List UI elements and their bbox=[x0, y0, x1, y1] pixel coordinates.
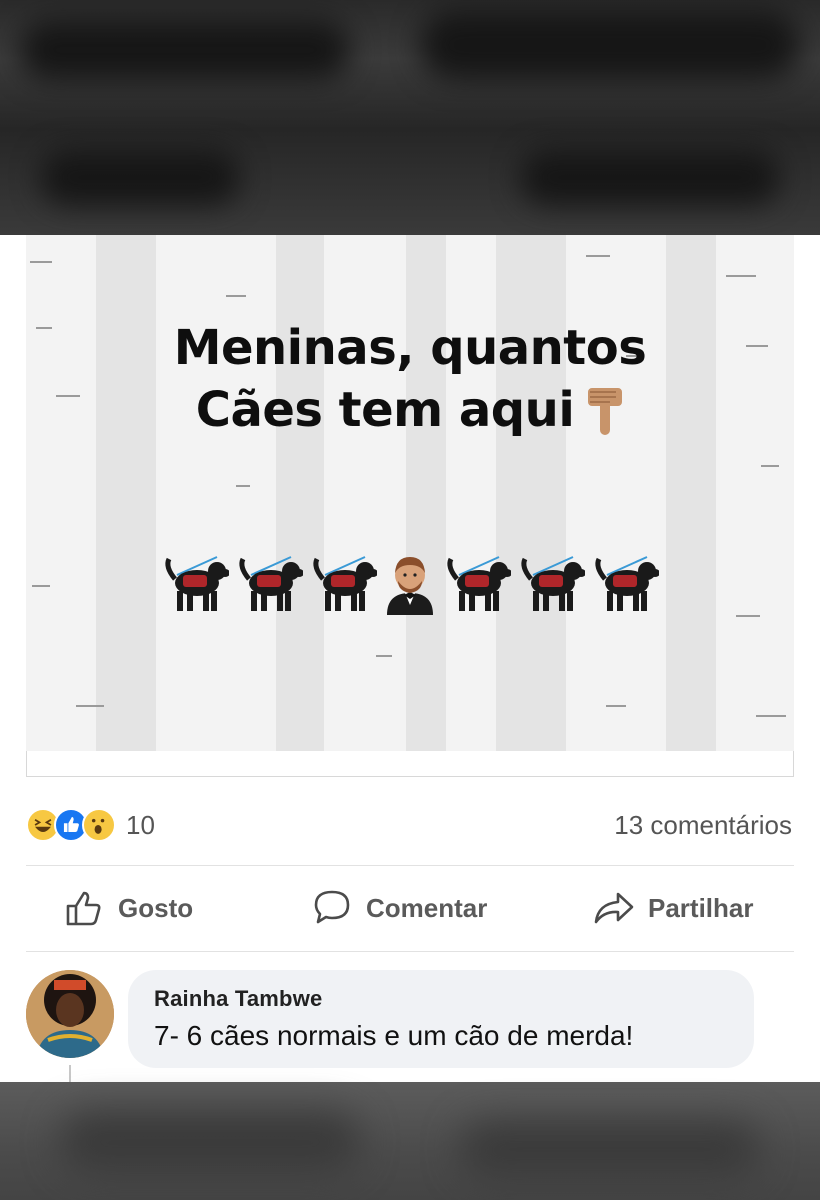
thumbs-up-icon bbox=[66, 891, 101, 926]
comment-bubble: Rainha Tambwe 7- 6 cães normais e um cão… bbox=[128, 970, 754, 1068]
comment-text: 7- 6 cães normais e um cão de merda! bbox=[154, 1020, 634, 1051]
comment-count-link[interactable]: 13 comentários bbox=[614, 810, 792, 841]
share-label: Partilhar bbox=[648, 892, 754, 923]
service-dog-icon bbox=[165, 556, 229, 611]
emoji-row bbox=[26, 553, 794, 615]
caption-line-1: Meninas, quantos bbox=[173, 320, 647, 376]
pointing-down-hand-icon bbox=[588, 388, 623, 435]
share-arrow-icon bbox=[594, 892, 634, 924]
like-button[interactable]: Gosto bbox=[62, 875, 193, 941]
reaction-count: 10 bbox=[126, 809, 155, 840]
image-footer-strip bbox=[26, 751, 794, 777]
blurred-footer-area bbox=[0, 1082, 820, 1200]
facebook-post: Meninas, quantos Cães tem aqui 10 13 com… bbox=[0, 235, 820, 1082]
wow-icon bbox=[82, 808, 116, 842]
man-in-tuxedo-icon bbox=[387, 557, 433, 615]
divider bbox=[26, 951, 794, 952]
service-dog-icon bbox=[447, 556, 511, 611]
service-dog-icon bbox=[239, 556, 303, 611]
share-button[interactable]: Partilhar bbox=[592, 875, 754, 941]
like-label: Gosto bbox=[118, 892, 194, 923]
post-image[interactable]: Meninas, quantos Cães tem aqui bbox=[26, 235, 794, 751]
avatar[interactable] bbox=[26, 970, 114, 1058]
thread-line bbox=[69, 1065, 71, 1082]
service-dog-icon bbox=[595, 556, 659, 611]
post-actions-bar: Gosto Comentar Partilhar bbox=[26, 875, 794, 941]
service-dog-icon bbox=[521, 556, 585, 611]
image-caption: Meninas, quantos Cães tem aqui bbox=[26, 317, 794, 441]
reactions-summary[interactable]: 10 bbox=[26, 805, 155, 845]
caption-line-2: Cães tem aqui bbox=[195, 382, 575, 438]
service-dog-icon bbox=[313, 556, 377, 611]
speech-bubble-icon bbox=[314, 890, 350, 924]
comment-button[interactable]: Comentar bbox=[310, 875, 487, 941]
blurred-header-area bbox=[0, 0, 820, 235]
divider bbox=[26, 865, 794, 866]
comment-author-name[interactable]: Rainha Tambwe bbox=[154, 986, 728, 1012]
comment-label: Comentar bbox=[366, 892, 488, 923]
